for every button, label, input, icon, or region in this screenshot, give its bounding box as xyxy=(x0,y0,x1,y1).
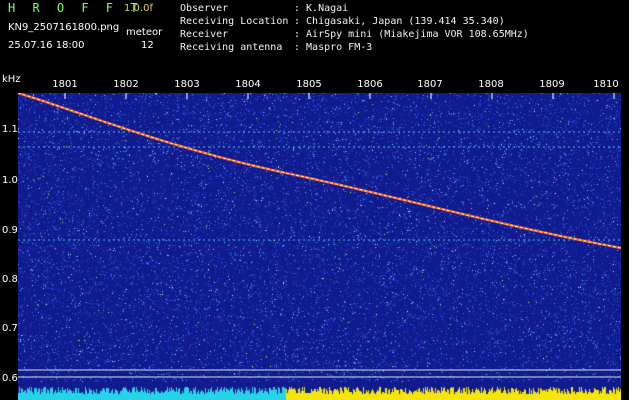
x-tick-label: 1809 xyxy=(539,79,565,90)
x-tick-label: 1802 xyxy=(113,79,139,90)
info-key: Observer xyxy=(180,3,229,14)
meteor-count: 12 xyxy=(141,40,154,51)
x-tick-label: 1801 xyxy=(52,79,78,90)
spectrogram-overlay xyxy=(18,93,621,378)
info-key: Receiver xyxy=(180,29,229,40)
x-tick-label: 1806 xyxy=(357,79,383,90)
info-key: Receiving Location xyxy=(180,16,289,27)
station-info: Observer : K.Nagai Receiving Location : … xyxy=(180,2,529,54)
y-tick-label: 1.0 xyxy=(2,175,18,186)
info-row-antenna: Receiving antenna : Maspro FM-3 xyxy=(180,41,529,54)
filename-label: KN9_2507161800.png xyxy=(8,22,120,33)
info-value: : AirSpy mini (Miakejima VOR 108.65MHz) xyxy=(294,29,529,40)
x-tick-label: 1808 xyxy=(478,79,504,90)
meteor-trace xyxy=(18,93,621,249)
x-tick-label: 1810 xyxy=(593,79,619,90)
x-tick-label: 1803 xyxy=(174,79,200,90)
info-value: : Chigasaki, Japan (139.414 35.340) xyxy=(294,16,505,27)
x-tick-label: 1804 xyxy=(235,79,261,90)
x-tick-label: 1805 xyxy=(296,79,322,90)
y-tick-label: 1.1 xyxy=(2,124,18,135)
y-tick-label: 0.9 xyxy=(2,225,18,236)
x-tick-marks xyxy=(64,93,615,99)
x-tick-label: 1807 xyxy=(417,79,443,90)
y-axis-unit: kHz xyxy=(2,74,21,85)
datetime-label: 25.07.16 18:00 xyxy=(8,40,85,51)
hrofft-window: H R O F F T 1.0.0f KN9_2507161800.png 25… xyxy=(0,0,629,400)
app-title: H R O F F T xyxy=(8,1,143,15)
meteor-trace-core xyxy=(18,93,621,250)
y-tick-label: 0.7 xyxy=(2,323,18,334)
version-label: 1.0.0f xyxy=(124,3,153,14)
info-key: Receiving antenna xyxy=(180,42,283,53)
info-value: : K.Nagai xyxy=(294,3,349,14)
info-row-location: Receiving Location : Chigasaki, Japan (1… xyxy=(180,15,529,28)
y-tick-label: 0.8 xyxy=(2,274,18,285)
info-value: : Maspro FM-3 xyxy=(294,42,373,53)
info-row-observer: Observer : K.Nagai xyxy=(180,2,529,15)
y-tick-label: 0.6 xyxy=(2,373,18,384)
spectrogram-plot xyxy=(18,93,621,400)
info-row-receiver: Receiver : AirSpy mini (Miakejima VOR 10… xyxy=(180,28,529,41)
meteor-label: meteor xyxy=(126,27,163,38)
